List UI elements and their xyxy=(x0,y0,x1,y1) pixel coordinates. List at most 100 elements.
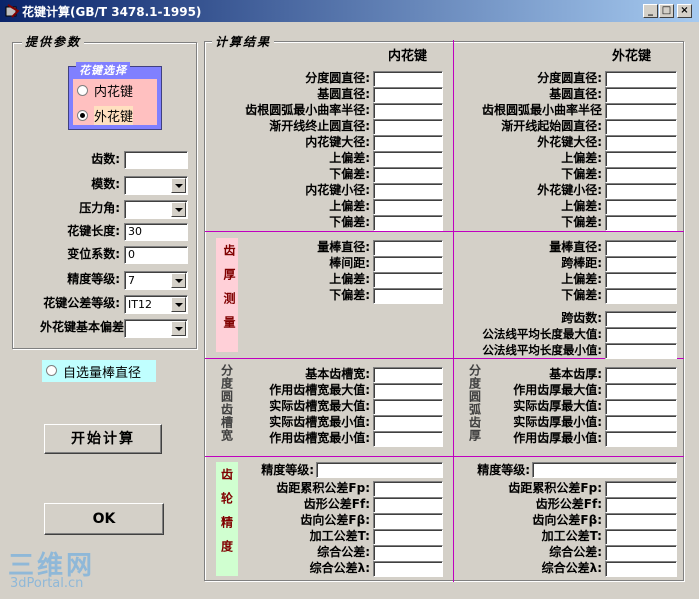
int-dim-label: 内花键小径: xyxy=(305,183,370,197)
shift-coeff-label: 变位系数: xyxy=(67,247,120,261)
restore-button[interactable]: □ xyxy=(659,4,674,18)
int-accuracy-grade-label: 精度等级: xyxy=(261,463,314,477)
int-dim-label: 基圆直径: xyxy=(317,87,370,101)
external-header: 外花键 xyxy=(612,49,652,64)
int-accuracy-label: 加工公差T: xyxy=(309,529,370,543)
ext-dim-label: 分度圆直径: xyxy=(537,71,602,85)
close-button[interactable]: × xyxy=(677,4,692,18)
int-accuracy-field xyxy=(373,529,443,545)
int-accuracy-label: 齿向公差Fβ: xyxy=(300,513,370,527)
chevron-down-icon[interactable] xyxy=(171,321,186,336)
int-dim-field xyxy=(373,215,443,231)
tolerance-grade-select[interactable]: IT12 xyxy=(124,295,188,314)
module-select[interactable] xyxy=(124,176,188,195)
internal-spline-radio[interactable] xyxy=(77,85,88,96)
divider-3 xyxy=(205,456,684,457)
pressure-angle-label: 压力角: xyxy=(79,201,120,215)
tolerance-grade-value: IT12 xyxy=(128,298,152,311)
ext-thick-label: 作用齿厚最大值: xyxy=(513,383,602,397)
watermark-url: 3dPortal.cn xyxy=(10,576,84,591)
ext-accuracy-field xyxy=(605,481,677,497)
int-space-label: 作用齿槽宽最小值: xyxy=(269,431,370,445)
shift-coeff-input[interactable]: 0 xyxy=(124,246,188,264)
pressure-angle-select[interactable] xyxy=(124,200,188,219)
int-measure-field xyxy=(373,272,443,288)
ext-dim-label: 外花键大径: xyxy=(537,135,602,149)
int-dim-field xyxy=(373,199,443,215)
ext-span-field xyxy=(605,343,677,359)
ext-dim-field xyxy=(605,71,677,87)
int-dim-label: 下偏差: xyxy=(329,167,370,181)
chevron-down-icon[interactable] xyxy=(171,273,186,288)
spline-length-label: 花键长度: xyxy=(67,224,120,238)
ext-span-label: 公法线平均长度最小值: xyxy=(482,343,602,357)
custom-pin-radio[interactable] xyxy=(46,365,57,376)
accuracy-grade-select[interactable]: 7 xyxy=(124,271,188,290)
ext-accuracy-field xyxy=(605,545,677,561)
ext-dim-field xyxy=(605,103,677,119)
internal-space-section-text: 分度圆齿槽宽 xyxy=(219,364,234,442)
int-dim-field xyxy=(373,71,443,87)
ext-span-label: 跨齿数: xyxy=(561,311,602,325)
gear-accuracy-section-title: 齿轮精度 xyxy=(216,468,238,567)
int-accuracy-field xyxy=(373,545,443,561)
int-dim-field xyxy=(373,135,443,151)
custom-pin-label: 自选量棒直径 xyxy=(63,366,142,381)
int-dim-label: 齿根圆弧最小曲率半径: xyxy=(245,103,370,117)
int-dim-label: 分度圆直径: xyxy=(305,71,370,85)
int-space-field xyxy=(373,415,443,431)
int-space-field xyxy=(373,431,443,447)
calculate-button[interactable]: 开始计算 xyxy=(44,424,162,454)
internal-space-section-title: 分度圆齿槽宽 xyxy=(216,364,238,445)
int-measure-label: 棒间距: xyxy=(329,256,370,270)
int-measure-field xyxy=(373,288,443,304)
ext-dim-field xyxy=(605,135,677,151)
ext-accuracy-label: 加工公差T: xyxy=(541,529,602,543)
int-accuracy-field xyxy=(373,481,443,497)
external-thick-section-text: 分度圆弧齿厚 xyxy=(467,364,482,442)
ext-dim-field xyxy=(605,151,677,167)
int-dim-field xyxy=(373,151,443,167)
minimize-button[interactable]: _ xyxy=(643,4,658,18)
int-accuracy-label: 综合公差: xyxy=(317,545,370,559)
ext-thick-label: 作用齿厚最小值: xyxy=(513,431,602,445)
ext-measure-label: 下偏差: xyxy=(561,288,602,302)
ext-span-field xyxy=(605,311,677,327)
ext-dim-label: 齿根圆弧最小曲率半径 xyxy=(481,103,602,117)
ext-measure-label: 上偏差: xyxy=(561,272,602,286)
ext-basic-dev-select[interactable] xyxy=(124,319,188,338)
int-accuracy-field xyxy=(373,497,443,513)
module-label: 模数: xyxy=(91,177,120,191)
ext-dim-field xyxy=(605,87,677,103)
ext-accuracy-label: 齿距累积公差Fp: xyxy=(508,481,602,495)
window-title: 花键计算(GB/T 3478.1-1995) xyxy=(22,5,202,19)
gear-accuracy-section-text: 齿轮精度 xyxy=(219,468,234,564)
ext-measure-field xyxy=(605,240,677,256)
int-space-label: 基本齿槽宽: xyxy=(305,367,370,381)
ext-accuracy-field xyxy=(605,513,677,529)
ext-accuracy-label: 齿形公差Ff: xyxy=(535,497,602,511)
external-spline-radio[interactable] xyxy=(77,110,88,121)
ext-thick-field xyxy=(605,367,677,383)
measure-section-title: 齿厚测量 xyxy=(216,244,238,349)
ext-dim-label: 下偏差: xyxy=(561,167,602,181)
external-thick-section-title: 分度圆弧齿厚 xyxy=(464,364,486,445)
ext-accuracy-label: 综合公差λ: xyxy=(541,561,602,575)
ext-accuracy-grade-field xyxy=(532,462,677,478)
int-space-label: 实际齿槽宽最大值: xyxy=(269,399,370,413)
chevron-down-icon[interactable] xyxy=(171,178,186,193)
ok-button[interactable]: OK xyxy=(44,503,164,535)
spline-length-input[interactable]: 30 xyxy=(124,223,188,241)
ext-accuracy-field xyxy=(605,497,677,513)
ext-span-field xyxy=(605,327,677,343)
ext-accuracy-field xyxy=(605,561,677,577)
int-measure-field xyxy=(373,256,443,272)
int-dim-label: 下偏差: xyxy=(329,215,370,229)
chevron-down-icon[interactable] xyxy=(171,202,186,217)
chevron-down-icon[interactable] xyxy=(171,297,186,312)
ext-measure-label: 跨棒距: xyxy=(561,256,602,270)
app-icon xyxy=(4,3,20,19)
tooth-count-input[interactable] xyxy=(124,151,188,169)
int-accuracy-label: 齿距累积公差Fp: xyxy=(276,481,370,495)
ext-thick-field xyxy=(605,415,677,431)
